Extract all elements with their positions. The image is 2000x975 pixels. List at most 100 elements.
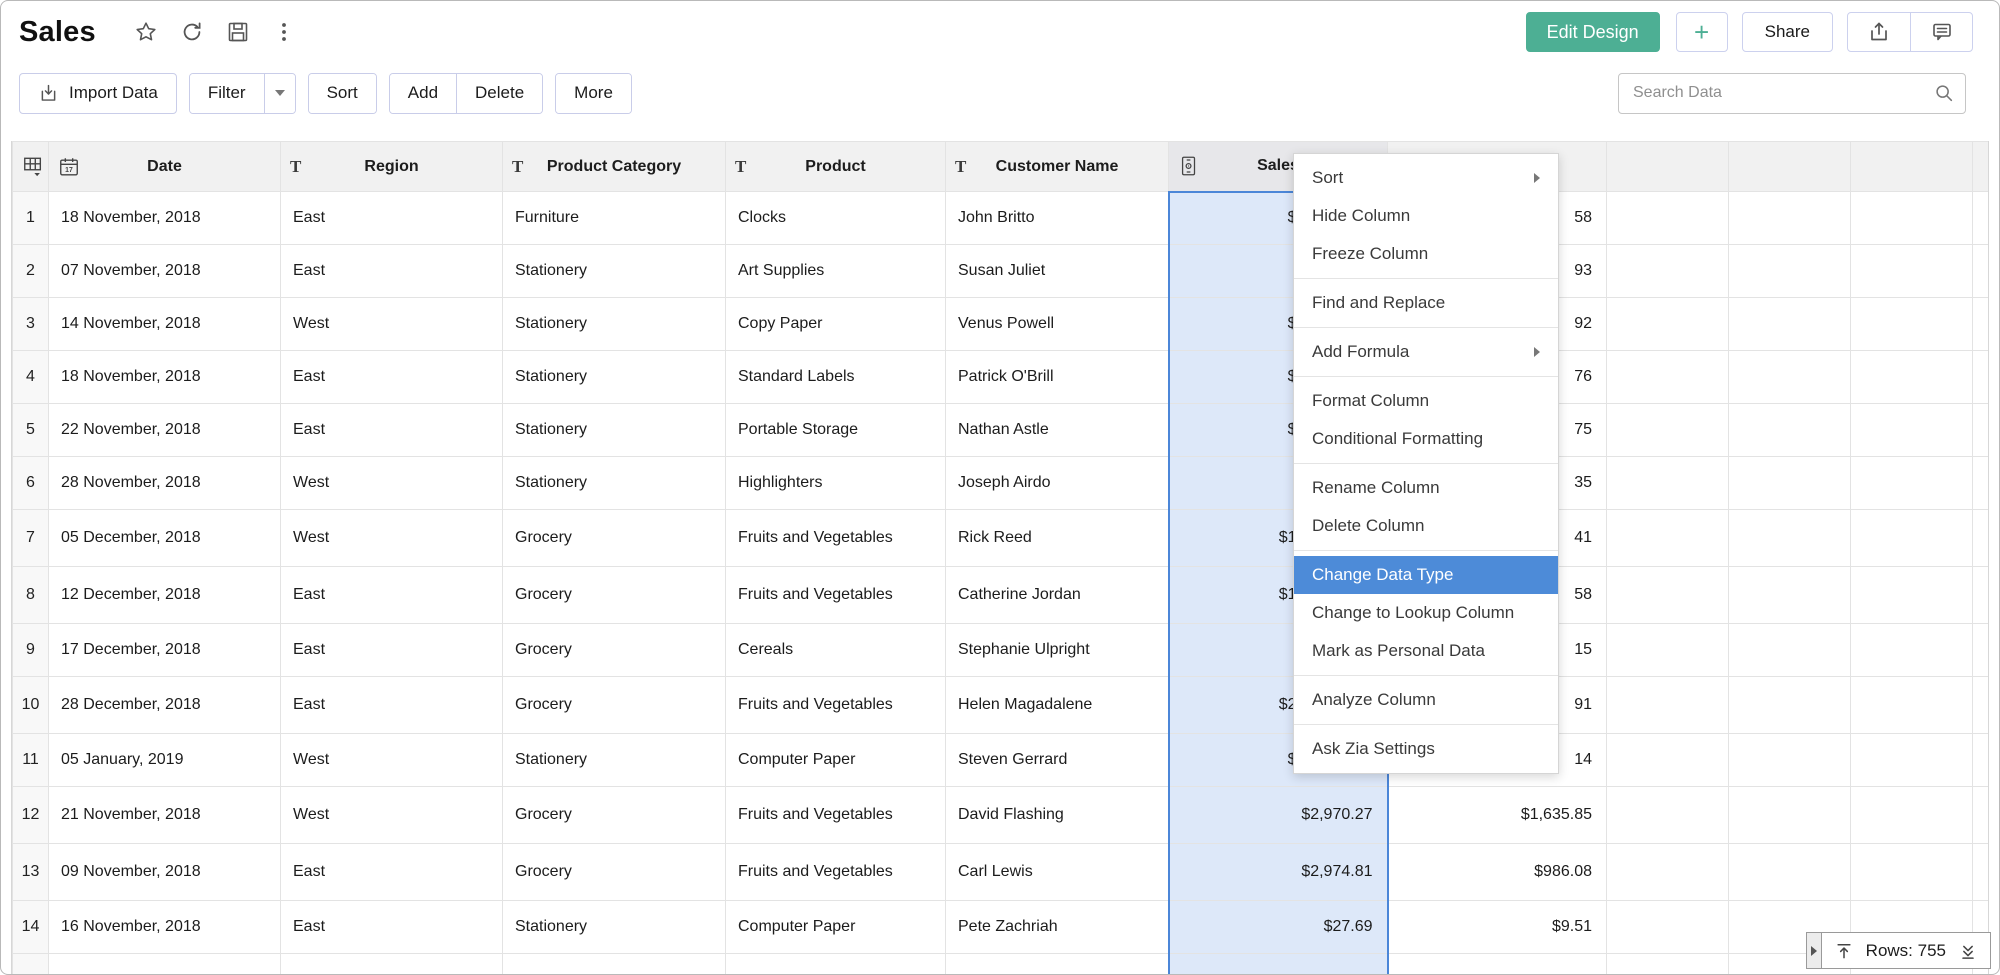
- row-number-cell[interactable]: 14: [13, 901, 49, 954]
- cell-empty[interactable]: [1729, 787, 1851, 844]
- cell-empty[interactable]: [1851, 404, 1973, 457]
- cell-region[interactable]: East: [281, 567, 503, 624]
- cell-empty[interactable]: [1607, 901, 1729, 954]
- cell-product[interactable]: Computer Paper: [726, 901, 946, 954]
- menu-item-hide-column[interactable]: Hide Column: [1294, 197, 1558, 235]
- row-number-cell[interactable]: 9: [13, 624, 49, 677]
- cell-customer[interactable]: Carl Lewis: [946, 844, 1169, 901]
- cell-customer[interactable]: Rick Reed: [946, 510, 1169, 567]
- column-header-date[interactable]: 17Date: [49, 142, 281, 192]
- cell-customer[interactable]: Pete Zachriah: [946, 901, 1169, 954]
- cell-date[interactable]: 12 December, 2018: [49, 567, 281, 624]
- cell-category[interactable]: Grocery: [503, 624, 726, 677]
- cell-empty[interactable]: [281, 954, 503, 975]
- cell-empty[interactable]: [1851, 567, 1973, 624]
- cell-product[interactable]: Portable Storage: [726, 404, 946, 457]
- sort-button[interactable]: Sort: [309, 74, 376, 113]
- refresh-icon[interactable]: [180, 20, 204, 44]
- cell-date[interactable]: 16 November, 2018: [49, 901, 281, 954]
- cell-date[interactable]: 05 December, 2018: [49, 510, 281, 567]
- cell-product[interactable]: Cereals: [726, 624, 946, 677]
- menu-item-ask-zia-settings[interactable]: Ask Zia Settings: [1294, 730, 1558, 768]
- row-number-cell[interactable]: 10: [13, 677, 49, 734]
- cell-category[interactable]: Stationery: [503, 734, 726, 787]
- cell-empty[interactable]: [1973, 787, 1990, 844]
- share-button[interactable]: Share: [1742, 12, 1833, 52]
- cell-empty[interactable]: [1973, 567, 1990, 624]
- more-button[interactable]: More: [556, 74, 631, 113]
- cell-empty[interactable]: [1729, 457, 1851, 510]
- cell-empty[interactable]: [1729, 298, 1851, 351]
- row-number-cell[interactable]: 3: [13, 298, 49, 351]
- cell-cost[interactable]: $9.51: [1388, 901, 1607, 954]
- cell-empty[interactable]: [1607, 844, 1729, 901]
- cell-empty[interactable]: [1607, 787, 1729, 844]
- row-number-cell[interactable]: 1: [13, 192, 49, 245]
- cell-empty[interactable]: [1973, 192, 1990, 245]
- row-number-cell[interactable]: 5: [13, 404, 49, 457]
- menu-item-change-data-type[interactable]: Change Data Type: [1294, 556, 1558, 594]
- cell-date[interactable]: 22 November, 2018: [49, 404, 281, 457]
- export-icon[interactable]: [1848, 13, 1910, 51]
- cell-empty[interactable]: [1851, 844, 1973, 901]
- menu-item-add-formula[interactable]: Add Formula: [1294, 333, 1558, 371]
- filter-dropdown-button[interactable]: [264, 74, 295, 113]
- cell-category[interactable]: Grocery: [503, 510, 726, 567]
- panel-collapse-tab[interactable]: [1806, 932, 1821, 969]
- cell-region[interactable]: East: [281, 245, 503, 298]
- cell-empty[interactable]: [1851, 298, 1973, 351]
- add-button[interactable]: Add: [390, 74, 456, 113]
- cell-empty[interactable]: [49, 954, 281, 975]
- cell-empty[interactable]: [1607, 404, 1729, 457]
- cell-customer[interactable]: Susan Juliet: [946, 245, 1169, 298]
- add-new-button[interactable]: +: [1676, 12, 1728, 52]
- row-number-cell[interactable]: 7: [13, 510, 49, 567]
- cell-region[interactable]: East: [281, 844, 503, 901]
- cell-empty[interactable]: [1607, 567, 1729, 624]
- cell-customer[interactable]: Joseph Airdo: [946, 457, 1169, 510]
- cell-category[interactable]: Stationery: [503, 901, 726, 954]
- favorite-star-icon[interactable]: [134, 20, 158, 44]
- delete-button[interactable]: Delete: [456, 74, 542, 113]
- cell-empty[interactable]: [1851, 677, 1973, 734]
- cell-empty[interactable]: [1607, 510, 1729, 567]
- scroll-to-top-icon[interactable]: [1834, 941, 1854, 961]
- cell-empty[interactable]: [1607, 245, 1729, 298]
- cell-empty[interactable]: [1851, 734, 1973, 787]
- cell-date[interactable]: 05 January, 2019: [49, 734, 281, 787]
- cell-empty[interactable]: [1973, 457, 1990, 510]
- cell-empty[interactable]: [946, 954, 1169, 975]
- cell-product[interactable]: Highlighters: [726, 457, 946, 510]
- cell-empty[interactable]: [1851, 351, 1973, 404]
- cell-category[interactable]: Stationery: [503, 351, 726, 404]
- row-number-cell[interactable]: 4: [13, 351, 49, 404]
- save-icon[interactable]: [226, 20, 250, 44]
- cell-sales[interactable]: $2,974.81: [1169, 844, 1388, 901]
- cell-empty[interactable]: [1729, 351, 1851, 404]
- menu-item-mark-as-personal-data[interactable]: Mark as Personal Data: [1294, 632, 1558, 670]
- column-header-blank[interactable]: [1729, 142, 1851, 192]
- cell-category[interactable]: Stationery: [503, 404, 726, 457]
- cell-date[interactable]: 28 November, 2018: [49, 457, 281, 510]
- menu-item-delete-column[interactable]: Delete Column: [1294, 507, 1558, 545]
- search-input[interactable]: [1618, 73, 1966, 114]
- cell-product[interactable]: Fruits and Vegetables: [726, 844, 946, 901]
- cell-empty[interactable]: [1607, 351, 1729, 404]
- filter-button[interactable]: Filter: [190, 74, 264, 113]
- row-number-cell[interactable]: 11: [13, 734, 49, 787]
- cell-customer[interactable]: Helen Magadalene: [946, 677, 1169, 734]
- cell-region[interactable]: East: [281, 677, 503, 734]
- cell-empty[interactable]: [1729, 567, 1851, 624]
- cell-region[interactable]: West: [281, 787, 503, 844]
- cell-region[interactable]: East: [281, 192, 503, 245]
- edit-design-button[interactable]: Edit Design: [1526, 12, 1660, 52]
- column-header-blank[interactable]: [13, 142, 49, 192]
- cell-product[interactable]: Standard Labels: [726, 351, 946, 404]
- cell-date[interactable]: 18 November, 2018: [49, 192, 281, 245]
- cell-empty[interactable]: [1729, 844, 1851, 901]
- cell-date[interactable]: 17 December, 2018: [49, 624, 281, 677]
- import-data-button[interactable]: Import Data: [19, 73, 177, 114]
- cell-customer[interactable]: Stephanie Ulpright: [946, 624, 1169, 677]
- cell-empty[interactable]: [1973, 677, 1990, 734]
- row-number-cell[interactable]: 2: [13, 245, 49, 298]
